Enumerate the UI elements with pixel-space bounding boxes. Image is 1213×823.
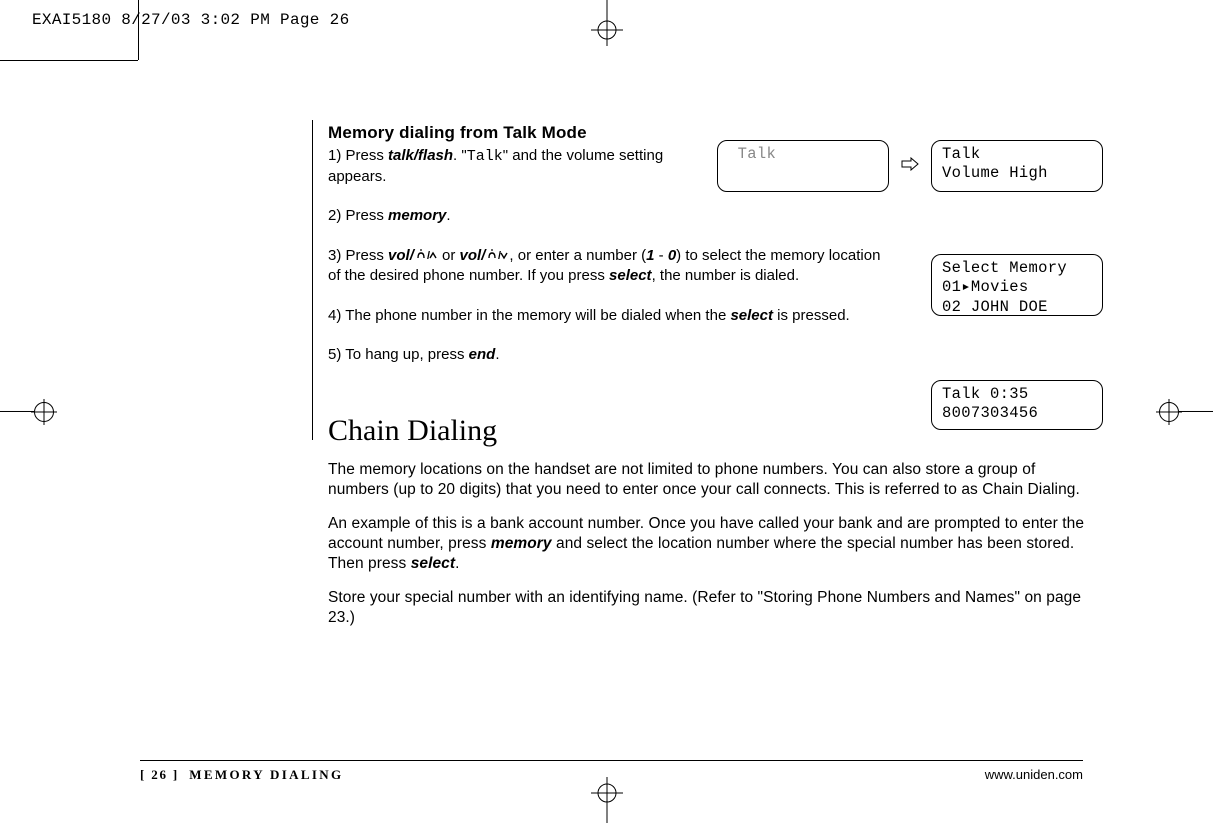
page-number: [ 26 ] <box>140 767 179 782</box>
body-rule <box>312 120 313 440</box>
footer-section: MEMORY DIALING <box>189 767 343 782</box>
print-slug: EXAI5180 8/27/03 3:02 PM Page 26 <box>32 10 350 31</box>
footer-left: [ 26 ] MEMORY DIALING <box>140 767 343 784</box>
content: Memory dialing from Talk Mode 1) Press t… <box>328 122 1108 643</box>
button-label-select: select <box>411 555 455 572</box>
text: 0 <box>668 247 676 264</box>
trim-mark-h <box>0 60 138 61</box>
button-label-vol-down: vol/ <box>460 247 486 264</box>
step-4: 4) The phone number in the memory will b… <box>328 306 888 326</box>
svg-text:/: / <box>427 250 430 261</box>
text: , the number is dialed. <box>652 267 800 284</box>
text: or <box>438 247 460 264</box>
text: 4) The phone number in the memory will b… <box>328 307 730 324</box>
step-5: 5) To hang up, press end. <box>328 345 1108 365</box>
text: is pressed. <box>773 307 850 324</box>
text: 2) Press <box>328 207 388 224</box>
paragraph: An example of this is a bank account num… <box>328 514 1098 574</box>
text: - <box>654 247 667 264</box>
button-label-select: select <box>730 307 773 324</box>
text: 5) To hang up, press <box>328 346 469 363</box>
button-label-memory: memory <box>491 535 552 552</box>
registration-mark-bottom <box>587 777 627 823</box>
registration-mark-right <box>1159 401 1213 421</box>
text: 3) Press <box>328 247 388 264</box>
registration-mark-top <box>587 0 627 46</box>
paragraph: Store your special number with an identi… <box>328 588 1098 628</box>
text: . <box>455 555 459 572</box>
step-3: 3) Press vol/ / or vol/ / , or enter a numb… <box>328 246 888 286</box>
text: , or enter a number ( <box>509 247 646 264</box>
subheading-memory-dialing: Memory dialing from Talk Mode <box>328 122 1108 144</box>
button-label-vol-up: vol/ <box>388 247 414 264</box>
trim-mark-v <box>138 0 139 60</box>
footer-url: www.uniden.com <box>985 767 1083 784</box>
button-label-select: select <box>609 267 652 284</box>
text: . <box>495 346 499 363</box>
button-label-end: end <box>469 346 496 363</box>
button-label-talkflash: talk/flash <box>388 147 453 164</box>
text: 1) Press <box>328 147 388 164</box>
text: . " <box>453 147 467 164</box>
ringer-up-icon: / <box>414 247 438 267</box>
paragraph: The memory locations on the handset are … <box>328 460 1098 500</box>
svg-text:/: / <box>498 250 501 261</box>
step-1: 1) Press talk/flash. "Talk" and the volu… <box>328 146 688 186</box>
lcd-inline: Talk <box>467 148 503 165</box>
page-footer: [ 26 ] MEMORY DIALING www.uniden.com <box>140 760 1083 784</box>
registration-mark-left <box>0 401 54 421</box>
page: EXAI5180 8/27/03 3:02 PM Page 26 Talk <box>0 0 1213 823</box>
heading-chain-dialing: Chain Dialing <box>328 411 1108 450</box>
text: . <box>446 207 450 224</box>
button-label-memory: memory <box>388 207 446 224</box>
step-2: 2) Press memory. <box>328 206 1108 226</box>
ringer-down-icon: / <box>485 247 509 267</box>
